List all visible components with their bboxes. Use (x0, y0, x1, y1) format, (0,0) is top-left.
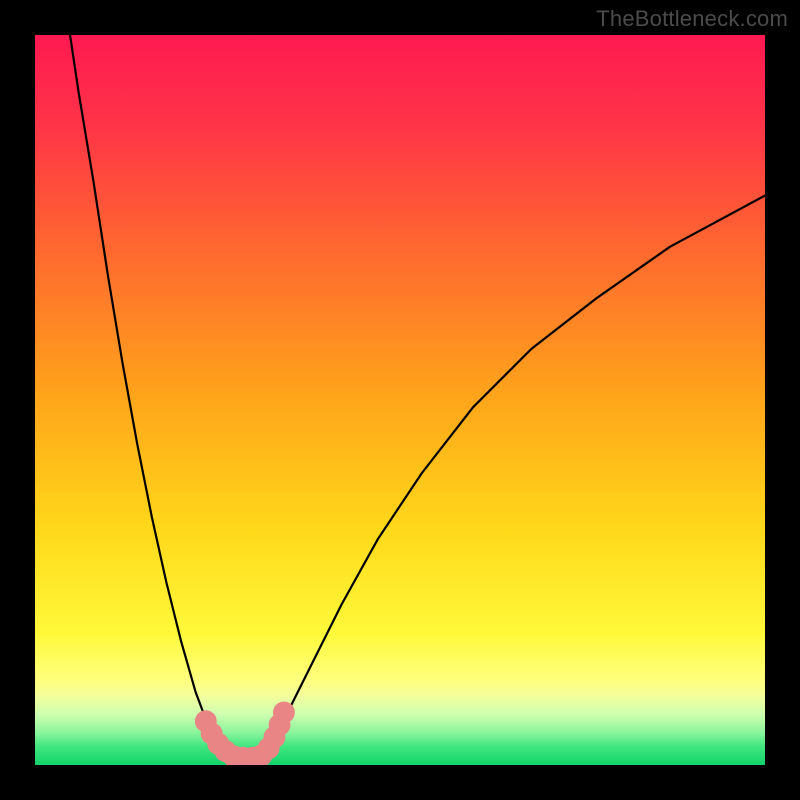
plot-area (35, 35, 765, 765)
chart-frame: TheBottleneck.com (0, 0, 800, 800)
curve-left-curve (70, 35, 227, 754)
valley-marker-11 (273, 701, 295, 723)
chart-curves-layer (35, 35, 765, 765)
curve-right-curve (265, 196, 765, 754)
watermark-text: TheBottleneck.com (596, 6, 788, 32)
